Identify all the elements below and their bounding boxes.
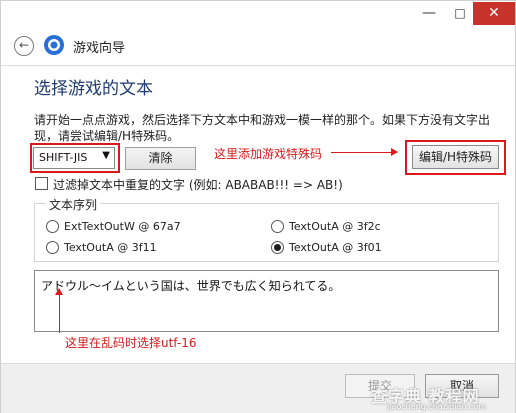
radio-option-2[interactable] bbox=[46, 241, 59, 254]
filter-checkbox-label: 过滤掉文本中重复的文字 (例如: ABABAB!!! => AB!) bbox=[53, 178, 343, 192]
radio-option-3[interactable] bbox=[271, 241, 284, 254]
maximize-button[interactable]: □ bbox=[447, 3, 473, 25]
radio-label-2: TextOutA @ 3f11 bbox=[64, 241, 157, 254]
header-divider bbox=[1, 65, 515, 66]
encoding-select[interactable]: SHIFT-JIS ▼ bbox=[33, 147, 115, 169]
radio-option-1[interactable] bbox=[271, 220, 284, 233]
radio-option-0[interactable] bbox=[46, 220, 59, 233]
minimize-button[interactable]: — bbox=[411, 3, 447, 25]
preview-text-area[interactable]: アドウル～イムという国は、世界でも広く知られてる。 bbox=[34, 270, 499, 332]
annotation-arrow-up bbox=[55, 288, 63, 333]
close-button[interactable]: ✕ bbox=[473, 2, 515, 25]
radio-label-3: TextOutA @ 3f01 bbox=[289, 241, 382, 254]
clear-button[interactable]: 清除 bbox=[125, 147, 196, 170]
radio-label-1: TextOutA @ 3f2c bbox=[289, 220, 381, 233]
annotation-utf16: 这里在乱码时选择utf-16 bbox=[65, 336, 197, 350]
annotation-special-code: 这里添加游戏特殊码 bbox=[214, 147, 323, 161]
radio-label-0: ExtTextOutW @ 67a7 bbox=[64, 220, 181, 233]
annotation-arrow-right bbox=[331, 148, 398, 156]
wizard-window: — □ ✕ ← 游戏向导 选择游戏的文本 请开始一点点游戏，然后选择下方文本中和… bbox=[0, 0, 516, 413]
back-arrow-icon[interactable]: ← bbox=[14, 36, 34, 56]
page-title: 选择游戏的文本 bbox=[34, 79, 153, 99]
filter-checkbox[interactable] bbox=[35, 177, 48, 190]
text-sequence-label: 文本序列 bbox=[46, 196, 101, 213]
encoding-value: SHIFT-JIS bbox=[39, 151, 88, 164]
chevron-down-icon: ▼ bbox=[102, 150, 110, 161]
header-title: 游戏向导 bbox=[73, 41, 126, 56]
watermark-url: jiaocheng.chazidian.com bbox=[387, 402, 487, 411]
title-bar: — □ ✕ bbox=[1, 1, 515, 29]
edit-special-code-button[interactable]: 编辑/H特殊码 bbox=[412, 145, 499, 169]
app-logo-icon bbox=[44, 35, 64, 55]
